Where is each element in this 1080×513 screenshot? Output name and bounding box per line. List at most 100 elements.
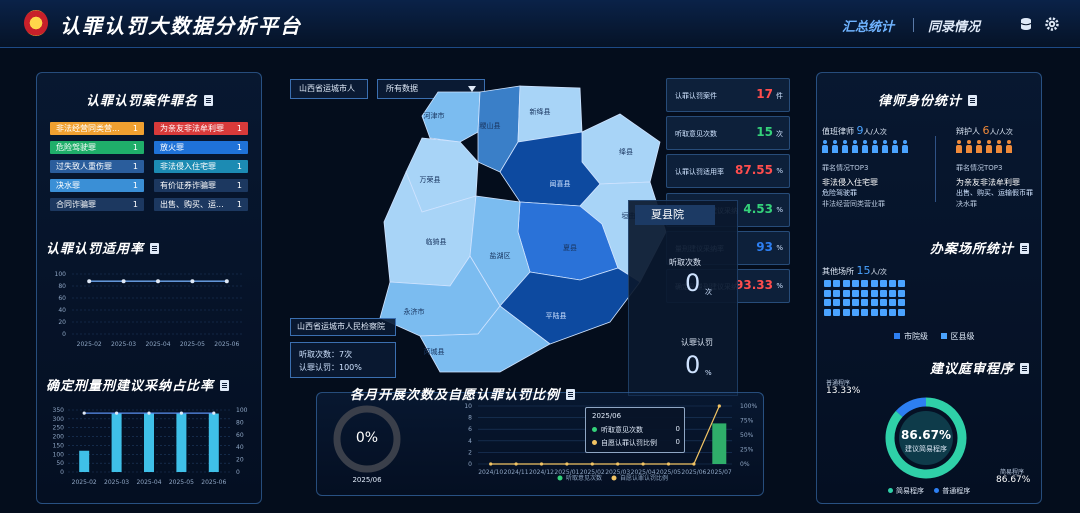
- plea-ratio-point: [514, 462, 518, 466]
- crime-tag-count: 1: [236, 143, 242, 152]
- y-tick-left: 0: [468, 461, 472, 468]
- stat-label: 认罪认罚适用率: [675, 168, 724, 176]
- stat-value: 4.53: [743, 202, 773, 216]
- defense-people-icons: [956, 140, 1018, 157]
- nav-divider: [913, 18, 914, 32]
- x-tick: 2025-04: [145, 341, 170, 348]
- legend-city: 市院级: [904, 332, 928, 341]
- venue-dot: [842, 280, 850, 287]
- venue-dot: [833, 299, 841, 306]
- document-icon: [220, 380, 230, 391]
- venue-stat: 其他场所 15人/次: [822, 264, 887, 277]
- y-tick-right: 0: [236, 469, 240, 476]
- nav-summary[interactable]: 汇总统计: [842, 16, 894, 35]
- rate-line-chart: 0 20 40 60 80 100 2025-02 2025-03 2025-04 2025-05…: [55, 271, 244, 348]
- stat-value: 17: [756, 87, 773, 101]
- person-icon: [892, 140, 898, 154]
- plea-ratio-point: [539, 462, 544, 466]
- crime-tag-count: 1: [132, 143, 138, 152]
- county-tooltip: 夏县院 听取次数 0 次 认罪认罚 0 %: [628, 200, 738, 396]
- venue-dot: [898, 280, 906, 287]
- sentence-bar: [144, 413, 154, 472]
- defender-top-label: 罪名情况TOP3: [822, 164, 869, 172]
- stat-card: 认罪认罚案件 17 件: [666, 78, 790, 112]
- rate-point: [87, 279, 92, 284]
- y-tick-right: 75%: [740, 418, 754, 425]
- crime-tag-label: 危险驾驶罪: [56, 143, 96, 152]
- map-label: 盐湖区: [490, 251, 511, 260]
- map-label: 万荣县: [420, 175, 441, 184]
- map-label: 河津市: [424, 111, 445, 120]
- tooltip-plea-label: 认罪认罚: [681, 338, 713, 347]
- hearing-bar: [712, 423, 727, 464]
- defender-top-2: 危险驾驶罪: [822, 189, 857, 197]
- defense-top-3: 决水罪: [956, 200, 977, 208]
- defense-top-2: 出售、购买、运输假币罪: [956, 189, 1033, 197]
- x-tick: 2025-05: [180, 341, 205, 348]
- sentence-bar: [111, 413, 122, 472]
- venue-dot: [842, 308, 850, 316]
- tooltip-hearing-value: 0: [685, 269, 701, 297]
- venue-dot: [861, 299, 869, 306]
- y-tick-left: 2: [468, 449, 472, 456]
- crime-tag[interactable]: 过失致人重伤罪 1: [50, 160, 144, 173]
- y-tick-right: 100: [236, 407, 248, 414]
- crime-tag[interactable]: 有价证券诈骗罪 1: [154, 179, 248, 192]
- stat-unit: %: [776, 244, 783, 252]
- crime-tag[interactable]: 危险驾驶罪 1: [50, 141, 144, 154]
- stat-value: 93: [756, 240, 773, 254]
- map-label: 临猗县: [426, 237, 447, 246]
- procedure-legend: 简易程序 普通程序: [888, 486, 970, 496]
- sentence-bar: [79, 450, 90, 472]
- plea-ratio-point: [565, 462, 569, 466]
- crime-tag-count: 1: [132, 200, 138, 209]
- stat-unit: 次: [776, 130, 783, 138]
- y-tick-right: 0%: [740, 461, 750, 468]
- plea-ratio-point: [692, 462, 696, 466]
- stat-unit: %: [776, 206, 783, 214]
- venue-dot: [824, 289, 831, 297]
- crime-tag[interactable]: 出售、购买、运... 1: [154, 198, 248, 211]
- legend-dot: [557, 475, 563, 481]
- map-label: 平陆县: [546, 311, 567, 320]
- venue-dot: [870, 280, 878, 287]
- defense-stat: 辩护人 6人/人次: [956, 124, 1013, 137]
- nav-recording[interactable]: 同录情况: [928, 16, 980, 35]
- venue-dot: [898, 308, 906, 316]
- map-label: 芮城县: [424, 347, 445, 356]
- y-tick-right: 60: [236, 432, 244, 439]
- legend-dot: [611, 475, 617, 481]
- x-tick: 2025/07: [707, 469, 732, 476]
- crime-tag[interactable]: 为亲友非法牟利罪 1: [154, 122, 248, 135]
- defense-top-list: 为亲友非法牟利罪 出售、购买、运输假币罪 决水罪: [956, 177, 1033, 210]
- donut-month: 2025/06: [352, 476, 382, 484]
- sentence-point: [115, 411, 119, 415]
- x-tick: 2025-03: [104, 479, 129, 486]
- venue-dot: [861, 289, 869, 297]
- venue-dot: [851, 308, 859, 316]
- crime-tag[interactable]: 非法经营同类营... 1: [50, 122, 144, 135]
- emblem-icon: [24, 10, 48, 36]
- crime-tag[interactable]: 非法侵入住宅罪 1: [154, 160, 248, 173]
- sentence-point: [179, 411, 183, 415]
- venue-dot: [889, 280, 897, 287]
- crime-tag-label: 有价证券诈骗罪: [160, 181, 216, 190]
- y-tick-left: 50: [56, 460, 64, 467]
- settings-icon[interactable]: [1045, 17, 1059, 31]
- procuratorate-title-box: 山西省运城市人民检察院: [290, 318, 396, 336]
- y-tick-left: 150: [53, 442, 65, 449]
- map-label: 稷山县: [480, 121, 501, 130]
- document-icon: [150, 243, 160, 254]
- database-icon[interactable]: [1020, 17, 1032, 31]
- crime-tag[interactable]: 决水罪 1: [50, 179, 144, 192]
- venue-dot: [851, 289, 859, 297]
- venue-dot: [879, 308, 887, 316]
- person-icon: [862, 140, 868, 154]
- y-tick-left: 100: [53, 451, 65, 458]
- venue-title: 办案场所统计: [930, 238, 1030, 257]
- crime-tag[interactable]: 合同诈骗罪 1: [50, 198, 144, 211]
- crime-tag[interactable]: 放火罪 1: [154, 141, 248, 154]
- y-tick-right: 20: [236, 457, 244, 464]
- person-icon: [902, 140, 908, 154]
- x-tick: 2025-02: [77, 341, 102, 348]
